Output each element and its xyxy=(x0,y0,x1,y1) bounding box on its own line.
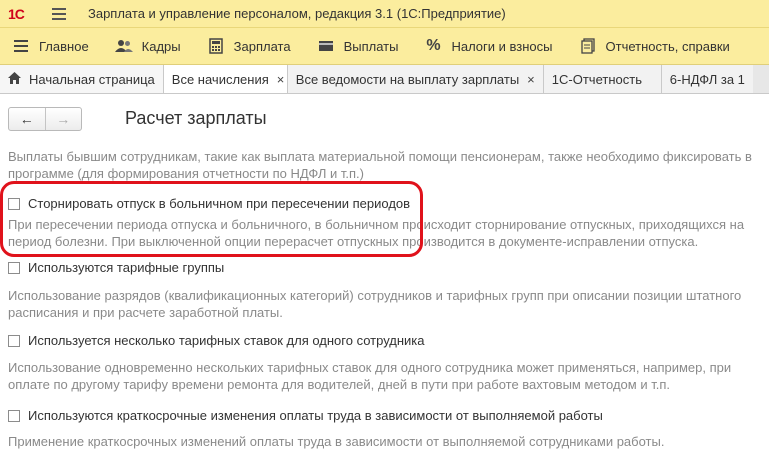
home-icon xyxy=(8,71,21,87)
tab-label: Начальная страница xyxy=(29,71,155,87)
close-tab-icon[interactable]: × xyxy=(277,72,285,87)
option-tariff-groups[interactable]: Используются тарифные группы xyxy=(8,260,224,275)
option-description: При пересечении периода отпуска и больни… xyxy=(8,217,745,249)
option-description: Использование разрядов (квалификационных… xyxy=(8,288,742,320)
checkbox[interactable] xyxy=(8,261,20,274)
menu-item-main[interactable]: Главное xyxy=(12,38,89,54)
menu-item-salary[interactable]: Зарплата xyxy=(207,38,291,54)
menu-item-payments[interactable]: Выплаты xyxy=(317,38,399,54)
menu-item-reports[interactable]: Отчетность, справки xyxy=(579,38,730,54)
wallet-icon xyxy=(317,38,335,54)
option-description: Применение краткосрочных изменений оплат… xyxy=(8,434,665,449)
tab-6-ndfl[interactable]: 6-НДФЛ за 1 xyxy=(661,65,753,93)
tab-all-accruals[interactable]: Все начисления × xyxy=(163,65,288,93)
checkbox[interactable] xyxy=(8,409,20,422)
tab-label: Все начисления xyxy=(171,71,269,87)
intro-note: Выплаты бывшим сотрудникам, такие как вы… xyxy=(8,149,752,181)
menu-item-label: Выплаты xyxy=(343,38,399,54)
calculator-icon xyxy=(207,38,225,54)
tab-label: Все ведомости на выплату зарплаты xyxy=(295,71,520,87)
menu-item-label: Зарплата xyxy=(233,38,291,54)
checkbox[interactable] xyxy=(8,334,20,347)
option-label[interactable]: Сторнировать отпуск в больничном при пер… xyxy=(28,196,410,211)
option-label[interactable]: Используется несколько тарифных ставок д… xyxy=(28,333,425,348)
window-title: Зарплата и управление персоналом, редакц… xyxy=(88,6,506,21)
option-storno-vacation[interactable]: Сторнировать отпуск в больничном при пер… xyxy=(8,196,410,211)
menu-item-label: Кадры xyxy=(141,38,181,54)
checkbox[interactable] xyxy=(8,197,20,210)
users-icon xyxy=(114,38,133,54)
option-label[interactable]: Используются тарифные группы xyxy=(28,260,224,275)
option-multiple-tariff-rates[interactable]: Используется несколько тарифных ставок д… xyxy=(8,333,425,348)
back-button[interactable]: ← xyxy=(9,108,46,130)
1c-logo: 1С xyxy=(8,5,25,22)
sections-menu: Главное Кадры Зарплата Выплаты % Налоги … xyxy=(0,28,769,65)
history-navigation: ← → xyxy=(8,107,82,131)
percent-icon: % xyxy=(426,37,441,54)
tab-home[interactable]: Начальная страница xyxy=(0,65,164,93)
tab-label: 1С-Отчетность xyxy=(551,71,642,87)
tab-label: 6-НДФЛ за 1 xyxy=(669,71,745,87)
menu-item-label: Отчетность, справки xyxy=(605,38,730,54)
menu-item-personnel[interactable]: Кадры xyxy=(114,38,181,54)
option-short-term-pay-changes[interactable]: Используются краткосрочные изменения опл… xyxy=(8,408,603,423)
main-menu-hamburger-icon[interactable] xyxy=(52,7,66,20)
menu-item-taxes[interactable]: % Налоги и взносы xyxy=(424,37,553,54)
option-label[interactable]: Используются краткосрочные изменения опл… xyxy=(28,408,603,423)
tab-all-payment-statements[interactable]: Все ведомости на выплату зарплаты × xyxy=(287,65,544,93)
title-bar: 1С Зарплата и управление персоналом, ред… xyxy=(0,0,769,28)
option-description: Использование одновременно нескольких та… xyxy=(8,360,732,392)
menu-item-label: Главное xyxy=(39,38,89,54)
page-title: Расчет зарплаты xyxy=(125,108,267,128)
document-icon xyxy=(579,38,597,54)
hamburger-icon xyxy=(12,38,30,54)
menu-item-label: Налоги и взносы xyxy=(451,38,553,54)
open-tabs-bar: Начальная страница Все начисления × Все … xyxy=(0,65,769,94)
close-tab-icon[interactable]: × xyxy=(527,72,535,87)
tab-1c-reporting[interactable]: 1С-Отчетность xyxy=(543,65,662,93)
forward-button[interactable]: → xyxy=(46,108,82,130)
